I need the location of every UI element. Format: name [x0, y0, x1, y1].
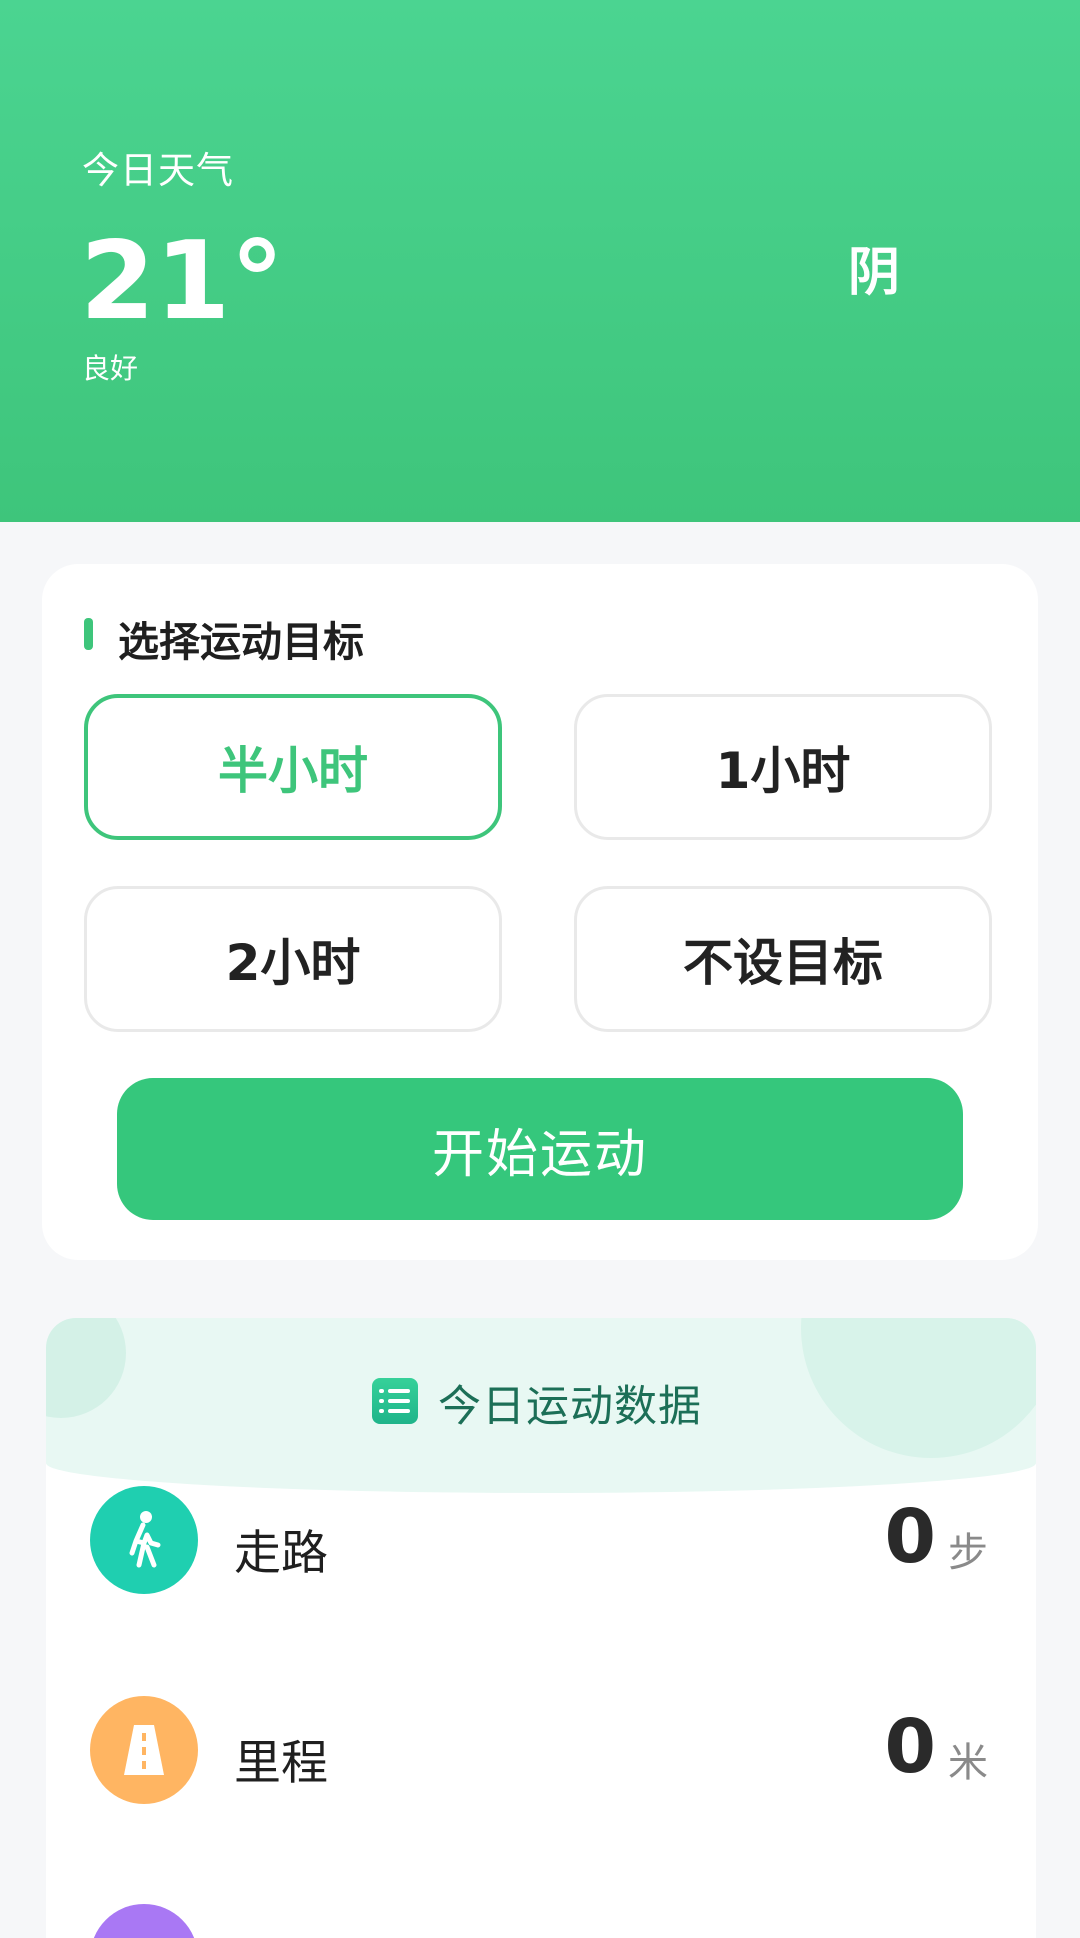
- list-icon: [372, 1378, 418, 1424]
- today-data-card: 今日运动数据 走路 0 步 里程 0 米: [46, 1318, 1036, 1938]
- weather-condition: 阴: [848, 243, 901, 303]
- goal-option-1-hour[interactable]: 1小时: [574, 694, 992, 840]
- stat-icon-partial: [90, 1904, 198, 1938]
- weather-header: 今日天气 21° 良好 阴: [0, 0, 1080, 522]
- section-accent-bar: [84, 618, 93, 650]
- stat-value: 0: [884, 1494, 937, 1580]
- stat-label: 走路: [234, 1526, 328, 1581]
- goal-option-no-goal[interactable]: 不设目标: [574, 886, 992, 1032]
- goal-card: 选择运动目标 半小时 1小时 2小时 不设目标 开始运动: [42, 564, 1038, 1260]
- road-icon: [90, 1696, 198, 1804]
- decor-circle: [801, 1318, 1036, 1458]
- air-quality: 良好: [82, 352, 139, 385]
- weather-label: 今日天气: [82, 149, 234, 192]
- stat-label: 里程: [234, 1736, 328, 1791]
- stat-unit: 米: [948, 1740, 988, 1786]
- stat-unit: 步: [948, 1530, 988, 1576]
- walking-person-icon: [90, 1486, 198, 1594]
- goal-section-title: 选择运动目标: [118, 618, 364, 666]
- goal-option-half-hour[interactable]: 半小时: [84, 694, 502, 840]
- stat-value: 0: [884, 1704, 937, 1790]
- start-exercise-button[interactable]: 开始运动: [117, 1078, 963, 1220]
- goal-option-2-hours[interactable]: 2小时: [84, 886, 502, 1032]
- data-section-title: 今日运动数据: [438, 1382, 702, 1432]
- data-card-header: 今日运动数据: [46, 1318, 1036, 1493]
- stat-row-distance: 里程 0 米: [46, 1696, 1036, 1808]
- temperature: 21°: [80, 219, 285, 344]
- stat-row-walking: 走路 0 步: [46, 1486, 1036, 1598]
- decor-circle: [46, 1318, 126, 1418]
